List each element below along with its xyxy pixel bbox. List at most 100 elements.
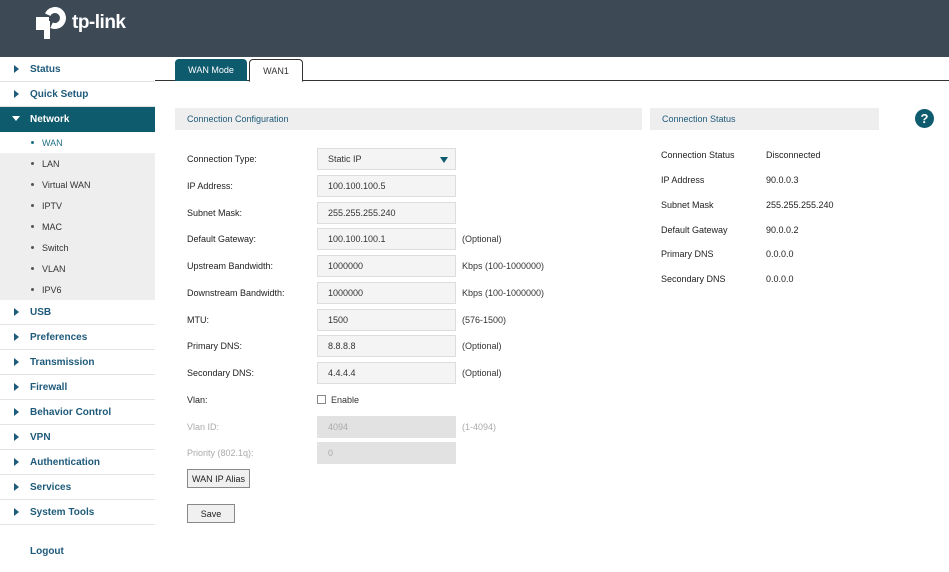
sidebar: Status Quick Setup Network WAN LAN Virtu… [0,57,155,572]
bullet-icon [31,141,34,144]
header-bar: tp-link [0,0,949,57]
submenu-item-lan[interactable]: LAN [0,153,155,174]
chevron-down-icon [12,116,20,121]
status-key: IP Address [661,175,705,185]
field-label: Upstream Bandwidth: [187,261,274,271]
submenu-item-vlan[interactable]: VLAN [0,258,155,279]
chevron-right-icon [14,483,19,491]
vlan-enable-checkbox[interactable] [317,395,326,404]
network-submenu: WAN LAN Virtual WAN IPTV MAC Switch VLAN… [0,132,155,300]
upstream-bandwidth-input[interactable]: 1000000 [317,255,456,277]
submenu-item-switch[interactable]: Switch [0,237,155,258]
sidebar-item-vpn[interactable]: VPN [0,425,155,450]
connection-type-row: Connection Type: Static IP [187,148,627,170]
field-hint: (Optional) [462,368,502,378]
status-row: Primary DNS 0.0.0.0 [661,249,911,263]
field-label: Subnet Mask: [187,208,243,218]
submenu-item-mac[interactable]: MAC [0,216,155,237]
field-label: Connection Type: [187,154,257,164]
status-row: Secondary DNS 0.0.0.0 [661,274,911,288]
selected-value: Static IP [328,154,362,164]
field-label: IP Address: [187,181,233,191]
status-key: Default Gateway [661,225,728,235]
sidebar-item-authentication[interactable]: Authentication [0,450,155,475]
sidebar-item-network[interactable]: Network [0,107,155,132]
subnet-mask-input[interactable]: 255.255.255.240 [317,202,456,224]
dropdown-arrow-icon [440,157,448,163]
checkbox-label[interactable]: Enable [331,395,359,405]
chevron-right-icon [14,65,19,73]
downstream-bandwidth-row: Downstream Bandwidth: 1000000 Kbps (100-… [187,282,627,304]
primary-dns-input[interactable]: 8.8.8.8 [317,335,456,357]
sidebar-item-status[interactable]: Status [0,57,155,82]
field-hint: Kbps (100-1000000) [462,261,545,271]
status-key: Secondary DNS [661,274,726,284]
secondary-dns-input[interactable]: 4.4.4.4 [317,362,456,384]
field-hint: (1-4094) [462,422,497,432]
field-label: Default Gateway: [187,234,257,244]
field-label: Secondary DNS: [187,368,255,378]
chevron-right-icon [14,308,19,316]
field-hint: (Optional) [462,341,502,351]
logout-link[interactable]: Logout [30,546,64,557]
ip-address-row: IP Address: 100.100.100.5 [187,175,627,197]
sidebar-item-firewall[interactable]: Firewall [0,375,155,400]
tab-wan-mode[interactable]: WAN Mode [175,59,247,81]
sidebar-item-usb[interactable]: USB [0,300,155,325]
chevron-right-icon [14,508,19,516]
field-hint: Kbps (100-1000000) [462,288,545,298]
bullet-icon [31,288,34,291]
downstream-bandwidth-input[interactable]: 1000000 [317,282,456,304]
tab-bar: WAN Mode WAN1 [155,57,949,82]
bullet-icon [31,246,34,249]
sidebar-item-behavior-control[interactable]: Behavior Control [0,400,155,425]
wan-ip-alias-button[interactable]: WAN IP Alias [187,469,250,488]
sidebar-item-quick-setup[interactable]: Quick Setup [0,82,155,107]
tp-link-logo[interactable]: tp-link [36,3,126,39]
vlan-id-row: Vlan ID: 4094 (1-4094) [187,416,627,438]
status-key: Primary DNS [661,249,714,259]
bullet-icon [31,225,34,228]
bullet-icon [31,267,34,270]
field-hint: (576-1500) [462,315,507,325]
ip-address-input[interactable]: 100.100.100.5 [317,175,456,197]
sidebar-item-transmission[interactable]: Transmission [0,350,155,375]
status-value: 255.255.255.240 [766,200,834,210]
status-row: Default Gateway 90.0.0.2 [661,225,911,239]
vlan-id-input: 4094 [317,416,456,438]
status-row: IP Address 90.0.0.3 [661,175,911,189]
sidebar-item-system-tools[interactable]: System Tools [0,500,155,525]
chevron-right-icon [14,433,19,441]
save-button[interactable]: Save [187,504,235,523]
submenu-item-iptv[interactable]: IPTV [0,195,155,216]
status-key: Connection Status [661,150,735,160]
chevron-right-icon [14,383,19,391]
status-value: 90.0.0.3 [766,175,799,185]
sidebar-item-services[interactable]: Services [0,475,155,500]
status-key: Subnet Mask [661,200,714,210]
connection-type-select[interactable]: Static IP [317,148,456,170]
question-icon[interactable]: ? [915,109,934,128]
submenu-item-virtual-wan[interactable]: Virtual WAN [0,174,155,195]
upstream-bandwidth-row: Upstream Bandwidth: 1000000 Kbps (100-10… [187,255,627,277]
logo-text: tp-link [72,12,126,33]
chevron-right-icon [14,358,19,366]
submenu-item-wan[interactable]: WAN [0,132,155,153]
vlan-row: Vlan: Enable [187,389,627,411]
sidebar-item-preferences[interactable]: Preferences [0,325,155,350]
chevron-right-icon [14,408,19,416]
tab-wan1[interactable]: WAN1 [249,59,303,82]
field-label: MTU: [187,315,209,325]
status-row: Connection Status Disconnected [661,150,911,164]
connection-status-heading: Connection Status [650,108,879,130]
status-value: Disconnected [766,150,821,160]
bullet-icon [31,162,34,165]
submenu-item-ipv6[interactable]: IPV6 [0,279,155,300]
default-gateway-input[interactable]: 100.100.100.1 [317,228,456,250]
chevron-right-icon [14,333,19,341]
bullet-icon [31,183,34,186]
field-label: Vlan ID: [187,422,220,432]
secondary-dns-row: Secondary DNS: 4.4.4.4 (Optional) [187,362,627,384]
mtu-input[interactable]: 1500 [317,309,456,331]
bullet-icon [31,204,34,207]
